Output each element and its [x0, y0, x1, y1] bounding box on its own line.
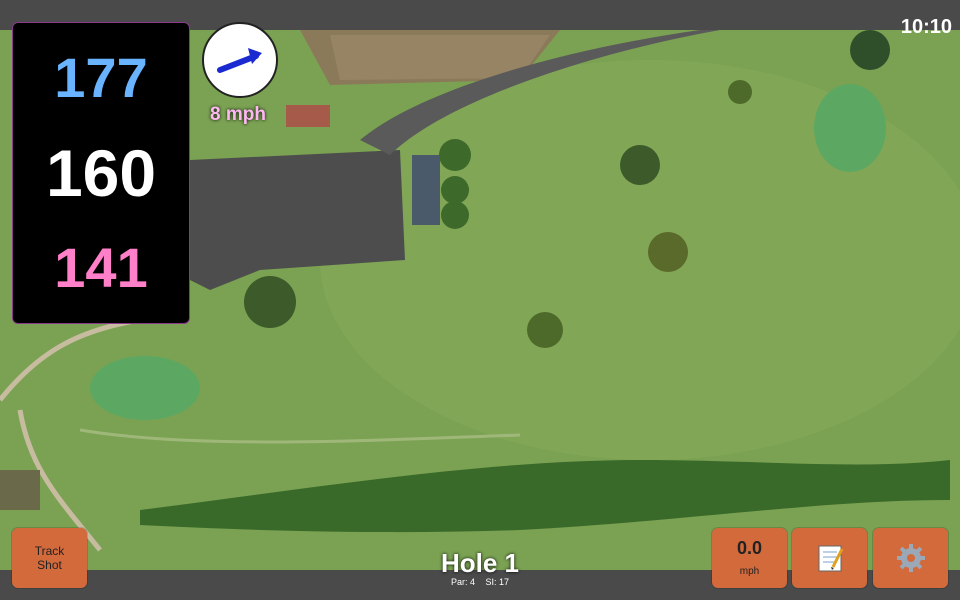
wind-speed-label: 8 mph	[210, 104, 266, 125]
distance-panel[interactable]: 177 160 141	[12, 22, 190, 324]
back-distance: 177	[54, 46, 148, 109]
track-shot-label-line2: Shot	[37, 558, 62, 572]
notepad-icon	[818, 545, 843, 572]
speed-button[interactable]: 0.0 mph	[712, 528, 787, 588]
notes-button[interactable]	[792, 528, 867, 588]
track-shot-button[interactable]: Track Shot	[12, 528, 87, 588]
gear-icon	[896, 544, 925, 572]
middle-distance: 160	[45, 136, 157, 210]
clock: 10:10	[900, 16, 952, 38]
hole-info: Par: 4 SI: 17	[380, 577, 580, 587]
hole-stroke-index: SI: 17	[485, 577, 510, 587]
settings-button[interactable]	[873, 528, 948, 588]
front-distance: 141	[54, 236, 148, 299]
wind-arrow-icon	[217, 48, 262, 73]
hole-title: Hole 1	[440, 548, 520, 578]
hole-par: Par: 4	[450, 577, 475, 587]
speed-unit: mph	[739, 566, 760, 577]
track-shot-label-line1: Track	[34, 544, 65, 558]
wind-indicator	[202, 22, 278, 98]
speed-value: 0.0	[736, 538, 763, 558]
